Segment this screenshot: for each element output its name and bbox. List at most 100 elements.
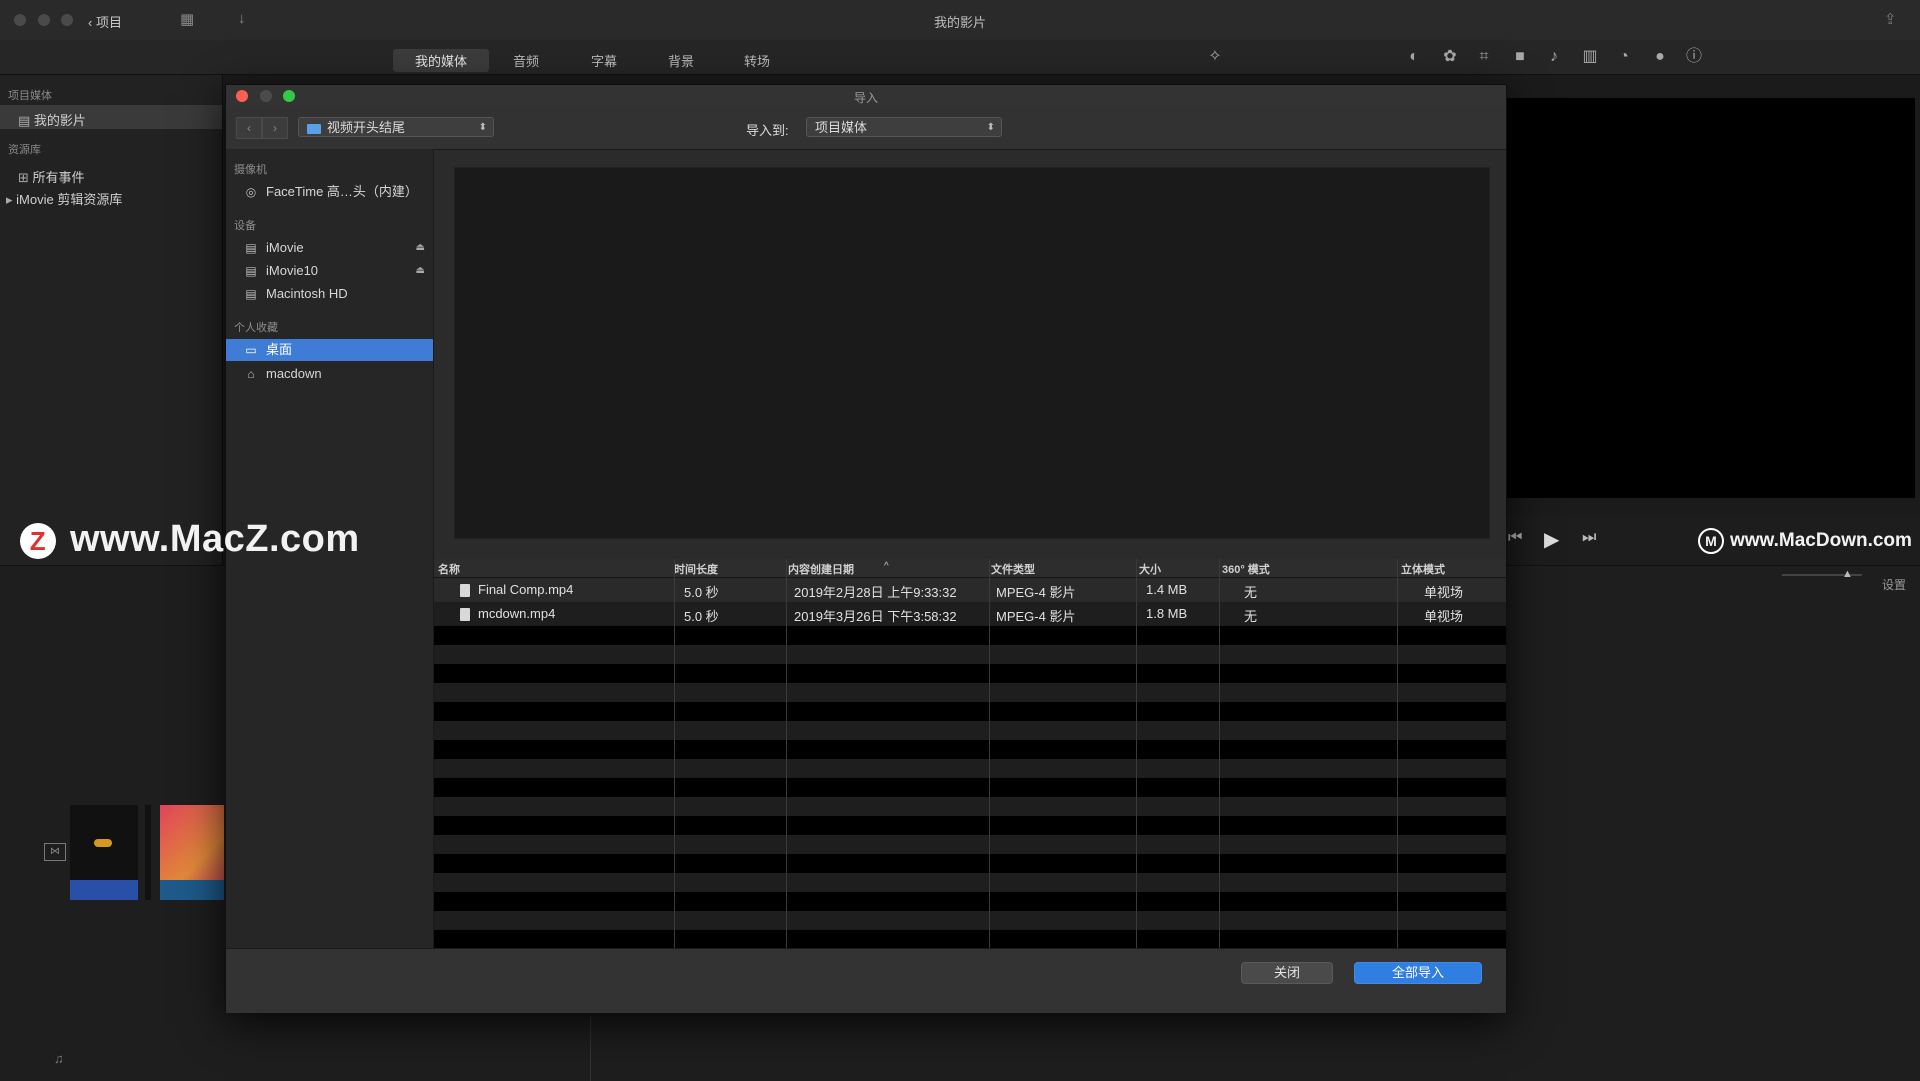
dialog-title: 导入	[853, 91, 878, 105]
settings-button[interactable]: 设置	[1882, 576, 1906, 593]
sidebar-item-macintosh-hd[interactable]: ▤ Macintosh HD	[226, 283, 433, 305]
table-row[interactable]: mcdown.mp4 5.0 秒 2019年3月26日 下午3:58:32 MP…	[434, 602, 1506, 626]
sort-ascending-icon[interactable]: ^	[884, 561, 889, 572]
column-header-stereo[interactable]: 立体模式	[1401, 561, 1445, 577]
tab-titles[interactable]: 字幕	[569, 49, 639, 72]
volume-icon[interactable]: ♪	[1544, 47, 1564, 67]
library-item-my-movie[interactable]: ▤ 我的影片	[18, 110, 86, 129]
sidebar-head-devices: 设备	[234, 220, 256, 232]
window-title: 我的影片	[933, 15, 986, 30]
folder-icon	[307, 123, 321, 134]
import-dialog: 导入 ‹ › 视频开头结尾 ⬍ 导入到: 项目媒体 ⬍ 摄像机 ◎ FaceTi…	[225, 84, 1507, 1013]
clip-audio-bar	[70, 880, 138, 900]
column-divider[interactable]	[1136, 559, 1137, 948]
info-icon[interactable]: ⓘ	[1684, 47, 1704, 67]
file-table: 名称 ^ 时间长度 内容创建日期 文件类型 大小 360° 模式 立体模式 Fi…	[434, 559, 1506, 948]
sidebar-item-imovie[interactable]: ▤ iMovie ⏏	[226, 237, 433, 259]
close-button[interactable]: 关闭	[1241, 962, 1333, 984]
library-sidebar: 项目媒体 ▤ 我的影片 资源库 ⊞ 所有事件 ▸ iMovie 剪辑资源库	[0, 75, 223, 565]
dialog-titlebar: 导入	[226, 85, 1506, 108]
sidebar-item-imovie10[interactable]: ▤ iMovie10 ⏏	[226, 260, 433, 282]
empty-row	[434, 645, 1506, 664]
play-icon[interactable]: ▶	[1544, 527, 1559, 552]
chevron-right-icon: ›	[273, 121, 277, 135]
import-to-label: 导入到:	[746, 123, 789, 138]
import-to-popup[interactable]: 项目媒体 ⬍	[806, 117, 1002, 137]
macdown-logo-icon: M	[1698, 528, 1724, 554]
clip-gap	[145, 805, 151, 900]
home-icon: ⌂	[247, 367, 255, 381]
skip-back-icon[interactable]: ⏮	[1508, 529, 1522, 547]
column-header-duration[interactable]: 时间长度	[674, 561, 718, 577]
magic-wand-icon[interactable]: ✧	[1205, 47, 1225, 67]
share-icon[interactable]: ⇪	[1884, 10, 1897, 28]
stabilization-icon[interactable]: ■	[1510, 47, 1530, 67]
watermark-macdown: Mwww.MacDown.com	[1698, 528, 1912, 554]
column-divider[interactable]	[674, 559, 675, 948]
library-item-imovie-library[interactable]: ▸ iMovie 剪辑资源库	[6, 189, 122, 208]
updown-arrows-icon: ⬍	[478, 122, 487, 133]
column-header-date[interactable]: 内容创建日期	[788, 561, 854, 577]
import-all-button[interactable]: 全部导入	[1354, 962, 1482, 984]
column-divider[interactable]	[1219, 559, 1220, 948]
nav-back-button[interactable]: ‹	[236, 117, 262, 139]
dialog-toolbar: ‹ › 视频开头结尾 ⬍ 导入到: 项目媒体 ⬍	[226, 107, 1506, 150]
disk-icon: ▤	[245, 287, 257, 301]
filter-icon[interactable]: ●	[1650, 47, 1670, 67]
disclosure-triangle-icon[interactable]: ▸	[6, 192, 16, 207]
column-header-name[interactable]: 名称	[438, 561, 460, 577]
table-row[interactable]: Final Comp.mp4 5.0 秒 2019年2月28日 上午9:33:3…	[434, 578, 1506, 602]
empty-row	[434, 911, 1506, 930]
watermark-macz: Zwww.MacZ.com	[20, 518, 360, 561]
video-file-icon	[460, 608, 470, 622]
sidebar-head-favorites: 个人收藏	[234, 322, 278, 334]
window-titlebar: ‹ 项目 ▦ ↓ 我的影片 ⇪	[0, 0, 1920, 41]
timeline-clip-2[interactable]	[160, 805, 224, 900]
clip-audio-bar	[160, 880, 224, 900]
nav-forward-button[interactable]: ›	[262, 117, 288, 139]
eject-icon[interactable]: ⏏	[416, 237, 425, 259]
timeline-divider	[590, 1016, 591, 1081]
events-icon: ⊞	[18, 170, 33, 185]
column-header-size[interactable]: 大小	[1139, 561, 1161, 577]
color-correction-icon[interactable]: ✿	[1440, 47, 1460, 67]
clip-thumbnail	[94, 839, 112, 847]
empty-row	[434, 797, 1506, 816]
empty-row	[434, 759, 1506, 778]
column-divider[interactable]	[989, 559, 990, 948]
browser-toolbar: 我的媒体 音频 字幕 背景 转场 ✧ ◐ ✿ ⌗ ■ ♪ ▥ ◔ ● ⓘ	[0, 40, 1920, 75]
empty-row	[434, 721, 1506, 740]
library-item-all-events[interactable]: ⊞ 所有事件	[18, 167, 85, 186]
preview-area	[454, 167, 1490, 539]
speed-icon[interactable]: ◔	[1614, 47, 1634, 67]
zoom-slider-thumb[interactable]: ▲	[1842, 568, 1853, 580]
chevron-left-icon: ‹	[247, 121, 251, 135]
sidebar-item-facetime[interactable]: ◎ FaceTime 高…头（内建）	[226, 181, 433, 203]
skip-forward-icon[interactable]: ⏭	[1582, 529, 1596, 547]
sidebar-item-home[interactable]: ⌂ macdown	[226, 363, 433, 385]
sidebar-item-desktop[interactable]: ▭ 桌面	[226, 339, 433, 361]
dialog-button-bar: 关闭 全部导入	[226, 948, 1506, 1013]
eject-icon[interactable]: ⏏	[416, 260, 425, 282]
tab-audio[interactable]: 音频	[491, 49, 561, 72]
disk-icon: ▤	[245, 264, 257, 278]
film-icon: ▤	[18, 113, 34, 128]
column-divider[interactable]	[786, 559, 787, 948]
macz-logo-icon: Z	[20, 522, 56, 559]
timeline-clip-1[interactable]	[70, 805, 138, 900]
tab-backgrounds[interactable]: 背景	[646, 49, 716, 72]
camera-icon: ◎	[245, 185, 257, 199]
video-viewer	[1505, 98, 1915, 498]
video-file-icon	[460, 584, 470, 598]
column-header-type[interactable]: 文件类型	[991, 561, 1035, 577]
transition-icon[interactable]: ⋈	[44, 843, 66, 861]
source-folder-popup[interactable]: 视频开头结尾 ⬍	[298, 117, 494, 137]
tab-my-media[interactable]: 我的媒体	[393, 49, 490, 72]
crop-icon[interactable]: ⌗	[1474, 47, 1494, 67]
empty-row	[434, 683, 1506, 702]
column-divider[interactable]	[1397, 559, 1398, 948]
column-header-360[interactable]: 360° 模式	[1222, 561, 1270, 577]
color-balance-icon[interactable]: ◐	[1404, 47, 1424, 67]
tab-transitions[interactable]: 转场	[722, 49, 792, 72]
equalizer-icon[interactable]: ▥	[1580, 47, 1600, 67]
